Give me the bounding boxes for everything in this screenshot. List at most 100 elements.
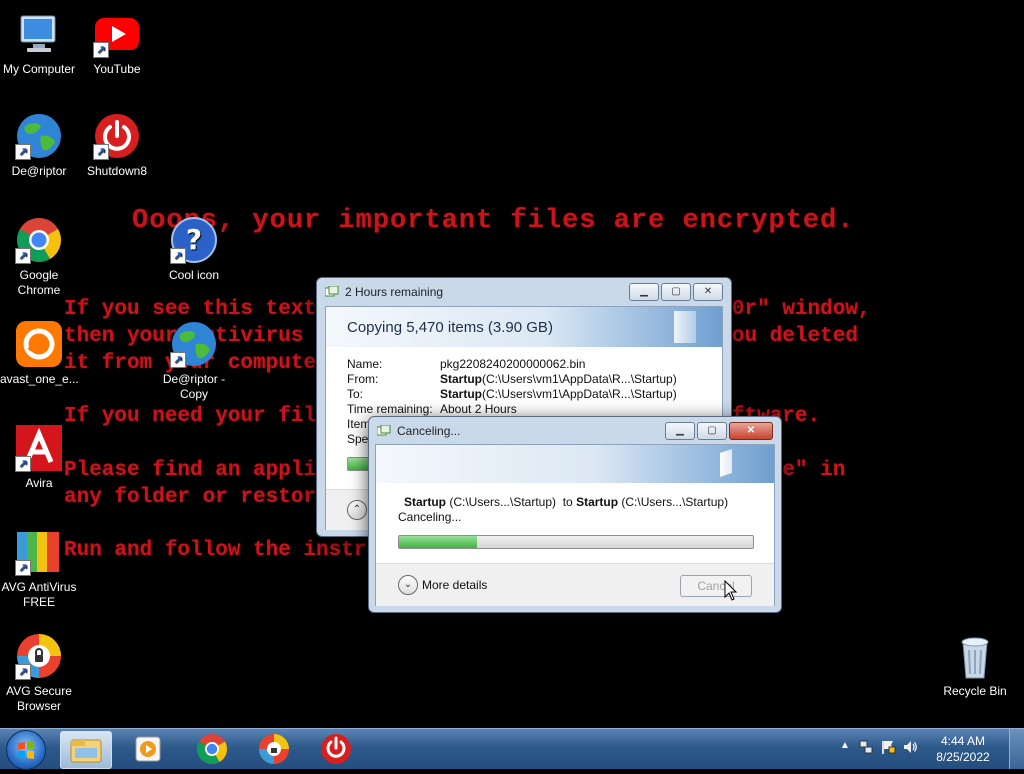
shutdown-icon (321, 734, 351, 764)
canceling-banner (376, 445, 774, 483)
svg-text:?: ? (186, 223, 202, 256)
desktop-icon-avast-one[interactable]: avast_one_e... (0, 320, 79, 387)
canceling-status: Canceling... (398, 510, 462, 524)
desktop-icon-shutdown8[interactable]: ↗ Shutdown8 (78, 112, 156, 179)
chrome-icon: ↗ (15, 216, 63, 264)
shortcut-arrow-icon: ↗ (15, 248, 31, 264)
desktop-icon-google-chrome[interactable]: ↗ Google Chrome (0, 216, 78, 298)
system-tray: ▲ 4:44 AM 8/25/2022 (834, 729, 1024, 769)
close-button[interactable]: ✕ (729, 422, 773, 440)
copy-files-icon (376, 424, 391, 437)
desktop-icon-avg-antivirus[interactable]: ↗ AVG AntiVirus FREE (0, 528, 78, 610)
canceling-footer: ⌄ More details Cancel (376, 563, 774, 606)
network-icon[interactable] (858, 739, 874, 758)
help-icon: ? ↗ (170, 216, 218, 264)
start-button-windows-icon[interactable] (6, 730, 46, 770)
canceling-route: Startup (C:\Users...\Startup) to Startup… (404, 495, 729, 509)
maximize-button[interactable]: ▢ (661, 283, 691, 301)
cancel-button[interactable]: Cancel (680, 575, 752, 597)
shortcut-arrow-icon: ↗ (170, 248, 186, 264)
more-details-label: More details (422, 578, 488, 592)
taskbar: ▲ 4:44 AM 8/25/2022 (0, 728, 1024, 770)
shortcut-arrow-icon: ↗ (15, 456, 31, 472)
desktop-icon-label: AVG Secure Browser (6, 684, 72, 713)
canceling-progress-bar (398, 535, 754, 549)
avast-secure-browser-icon (259, 734, 289, 764)
clock-time: 4:44 AM (940, 734, 986, 748)
canceling-window-titlebar[interactable]: Canceling... ▁ ▢ ✕ (369, 417, 781, 445)
shortcut-arrow-icon: ↗ (15, 144, 31, 160)
shortcut-arrow-icon: ↗ (93, 42, 109, 58)
desktop-icon-label: Recycle Bin (943, 684, 1007, 698)
desktop-icon-label: De@riptor - Copy (162, 372, 226, 401)
mouse-cursor-icon (724, 579, 738, 607)
desktop-icon-label: YouTube (93, 62, 141, 76)
desktop-icon-cool-icon[interactable]: ? ↗ Cool icon (155, 216, 233, 283)
show-desktop-button[interactable] (1009, 729, 1024, 769)
clock[interactable]: 4:44 AM 8/25/2022 (928, 733, 998, 765)
close-button[interactable]: ✕ (693, 283, 723, 301)
copy-field-from: From: Startup (C:\Users\vm1\AppData\R...\… (347, 372, 677, 386)
shortcut-arrow-icon: ↗ (93, 144, 109, 160)
copy-window-titlebar[interactable]: 2 Hours remaining ▁ ▢ ✕ (317, 278, 731, 306)
taskbar-avast-secure-browser-button[interactable] (250, 731, 300, 767)
action-center-flag-icon[interactable] (880, 739, 896, 758)
explorer-icon (70, 739, 102, 763)
globe-icon: ↗ (170, 320, 218, 368)
copy-banner: Copying 5,470 items (3.90 GB) (326, 307, 722, 347)
copy-animation-icon (674, 311, 696, 343)
more-details-toggle[interactable]: ⌄ More details (398, 575, 487, 595)
desktop-icon-youtube[interactable]: ↗ YouTube (78, 10, 156, 77)
copy-animation-icon (720, 449, 732, 477)
power-icon: ↗ (93, 112, 141, 160)
copy-field-name: Name: pkg2208240200000062.bin (347, 357, 586, 371)
ransom-title: Ooops, your important files are encrypte… (132, 206, 855, 236)
taskbar-chrome-button[interactable] (188, 731, 238, 767)
desktop-icon-label: Google Chrome (17, 268, 61, 297)
avira-icon: ↗ (15, 424, 63, 472)
copy-field-to: To: Startup (C:\Users\vm1\AppData\R...\St… (347, 387, 677, 401)
avg-browser-icon: ↗ (15, 632, 63, 680)
show-hidden-icons-chevron-up-icon[interactable]: ▲ (840, 740, 850, 751)
copy-window-title: 2 Hours remaining (345, 285, 444, 299)
desktop-icon-label: My Computer (2, 62, 76, 76)
shortcut-arrow-icon: ↗ (15, 664, 31, 680)
taskbar-explorer-button[interactable] (60, 731, 112, 769)
shortcut-arrow-icon: ↗ (170, 352, 186, 368)
globe-icon: ↗ (15, 112, 63, 160)
desktop-icon-label: AVG AntiVirus FREE (1, 580, 77, 609)
minimize-button[interactable]: ▁ (629, 283, 659, 301)
media-player-icon (135, 736, 161, 762)
recycle-bin-icon (951, 632, 999, 680)
desktop-icon-my-computer[interactable]: My Computer (0, 10, 78, 77)
youtube-icon: ↗ (93, 10, 141, 58)
chrome-icon (196, 734, 228, 765)
taskbar-shutdown-button[interactable] (312, 731, 362, 767)
desktop-icon-label: avast_one_e... (0, 372, 79, 386)
desktop: Ooops, your important files are encrypte… (0, 0, 1024, 728)
volume-speaker-icon[interactable] (902, 739, 918, 758)
fewer-details-chevron-up-icon[interactable]: ⌃ (347, 500, 367, 520)
avast-icon (15, 320, 63, 368)
maximize-button[interactable]: ▢ (697, 422, 727, 440)
desktop-icon-deriptor-copy[interactable]: ↗ De@riptor - Copy (155, 320, 233, 402)
taskbar-media-player-button[interactable] (124, 731, 174, 767)
desktop-icon-label: De@riptor (11, 164, 67, 178)
shortcut-arrow-icon: ↗ (15, 560, 31, 576)
canceling-window-title: Canceling... (397, 424, 461, 438)
clock-date: 8/25/2022 (936, 750, 990, 764)
chevron-down-icon: ⌄ (398, 575, 418, 595)
minimize-button[interactable]: ▁ (665, 422, 695, 440)
copy-heading: Copying 5,470 items (3.90 GB) (347, 319, 553, 336)
canceling-window-client: Startup (C:\Users...\Startup) to Startup… (375, 444, 775, 606)
desktop-icon-recycle-bin[interactable]: Recycle Bin (936, 632, 1014, 699)
computer-icon (15, 10, 63, 58)
canceling-window[interactable]: Canceling... ▁ ▢ ✕ Startup (C:\Users...\… (368, 416, 782, 613)
desktop-icon-avg-secure-browser[interactable]: ↗ AVG Secure Browser (0, 632, 78, 714)
copy-files-icon (324, 285, 339, 298)
desktop-icon-avira[interactable]: ↗ Avira (0, 424, 78, 491)
canceling-progress-fill (399, 536, 477, 548)
desktop-icon-deriptor[interactable]: ↗ De@riptor (0, 112, 78, 179)
copy-field-time-remaining: Time remaining: About 2 Hours (347, 402, 517, 416)
desktop-icon-label: Cool icon (168, 268, 220, 282)
